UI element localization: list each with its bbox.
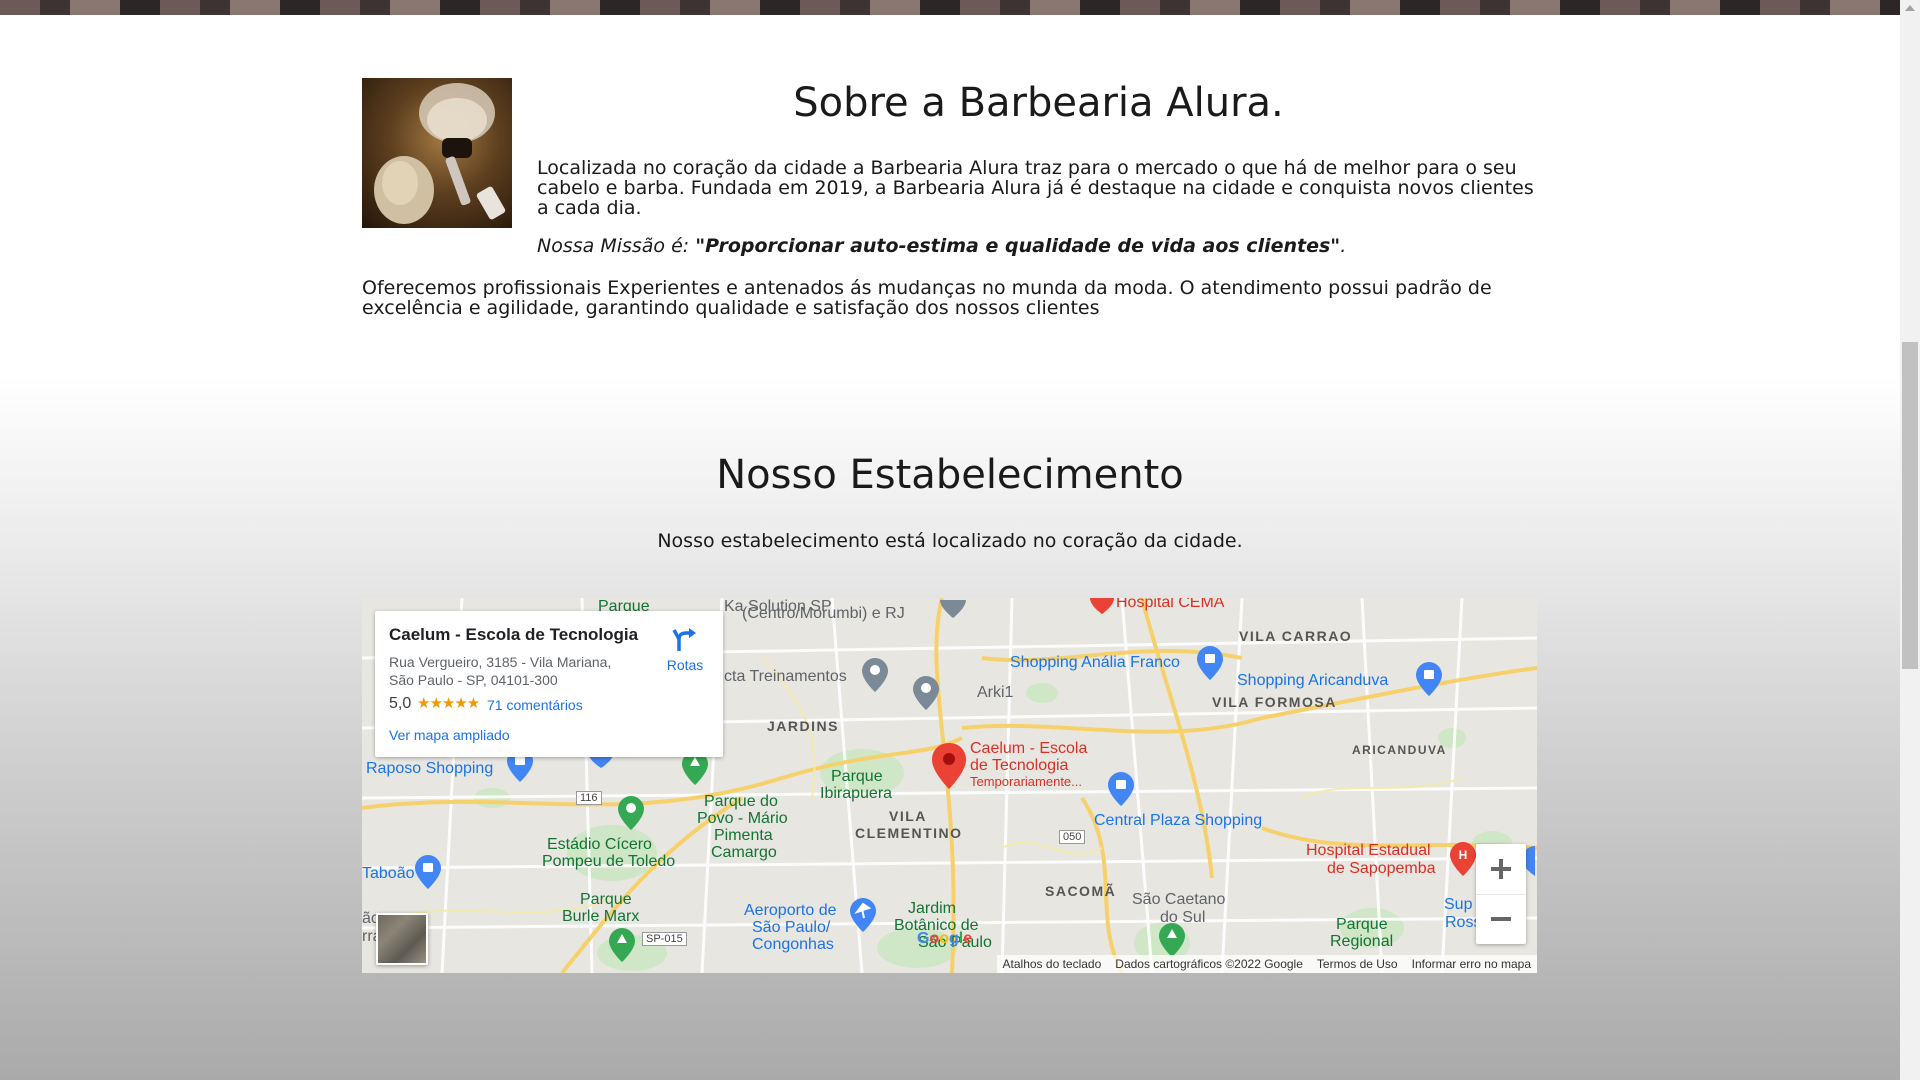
- airport-marker-icon[interactable]: [850, 898, 876, 932]
- map-label-vila-carrao: VILA CARRAO: [1239, 628, 1353, 644]
- place-name: Caelum - Escola de Tecnologia: [389, 625, 639, 644]
- map-label-parque-ibirapuera-1: Parque: [831, 768, 883, 785]
- google-map[interactable]: VILA CARRAO VILA FORMOSA ARICANDUVA JARD…: [362, 598, 1537, 973]
- map-label-aricanduva: ARICANDUVA: [1352, 743, 1447, 757]
- about-title: Sobre a Barbearia Alura.: [793, 80, 1284, 126]
- location-pin-icon[interactable]: [932, 743, 966, 789]
- map-label-aeroporto-3: Congonhas: [752, 936, 834, 953]
- view-larger-map-link[interactable]: Ver mapa ampliado: [389, 727, 510, 743]
- zoom-in-button[interactable]: [1476, 844, 1526, 895]
- map-label-estadio-1: Estádio Cícero: [547, 836, 652, 853]
- establishment-text: Nosso estabelecimento está localizado no…: [657, 530, 1243, 552]
- directions-icon: [672, 628, 696, 651]
- map-data-credit: Dados cartográficos ©2022 Google: [1115, 957, 1303, 971]
- map-label-caelum-1: Caelum - Escola: [970, 740, 1088, 757]
- road-shield-116: 116: [576, 791, 602, 805]
- establishment-title: Nosso Estabelecimento: [716, 452, 1184, 498]
- map-label-hospital-sapopemba-2: de Sapopemba: [1327, 860, 1436, 877]
- map-label-vila-formosa: VILA FORMOSA: [1212, 694, 1337, 710]
- offer-text: Oferecemos profissionais Experientes e a…: [362, 277, 1492, 319]
- map-label-parque-regional-1: Parque: [1336, 916, 1388, 933]
- terms-link[interactable]: Termos de Uso: [1317, 957, 1398, 971]
- map-marker-icon[interactable]: [940, 598, 966, 618]
- map-label-parque-povo-1: Parque do: [704, 793, 778, 810]
- directions-label: Rotas: [666, 657, 704, 673]
- map-label-estadio-2: Pompeu de Toledo: [542, 853, 676, 870]
- mission-statement: Nossa Missão é: "Proporcionar auto-estim…: [537, 236, 1346, 256]
- reviews-link[interactable]: 71 comentários: [487, 697, 583, 713]
- minus-icon: [1491, 917, 1511, 921]
- scrollbar-thumb[interactable]: [1902, 342, 1918, 669]
- mission-text: "Proporcionar auto-estima e qualidade de…: [695, 235, 1341, 257]
- shopping-marker-icon[interactable]: [1108, 772, 1134, 806]
- map-label-shopping-aricanduva: Shopping Aricanduva: [1237, 672, 1389, 689]
- map-label-parque-regional-2: Regional: [1330, 933, 1394, 950]
- satellite-view-toggle[interactable]: [376, 913, 428, 965]
- place-address-line-2: São Paulo - SP, 04101-300: [389, 672, 558, 688]
- map-label-sao-caetano-1: São Caetano: [1132, 891, 1226, 908]
- map-label-parque-povo-3: Pimenta: [714, 827, 773, 844]
- stadium-marker-icon[interactable]: [618, 796, 644, 830]
- page-scrollbar[interactable]: [1900, 0, 1920, 1080]
- report-error-link[interactable]: Informar erro no mapa: [1412, 957, 1531, 971]
- shaving-brush-icon: [374, 83, 506, 224]
- map-label-hospital-sapopemba-1: Hospital Estadual: [1306, 842, 1431, 859]
- map-label-parque-ibirapuera-2: Ibirapuera: [820, 785, 893, 802]
- hospital-marker-icon[interactable]: H: [1450, 842, 1476, 876]
- zoom-controls: [1476, 844, 1526, 944]
- map-attribution-bar: Atalhos do teclado Dados cartográficos ©…: [996, 955, 1537, 973]
- shopping-marker-icon[interactable]: [1416, 662, 1442, 696]
- map-label-raposo: Raposo Shopping: [366, 760, 494, 777]
- mission-end: .: [1340, 235, 1347, 257]
- page: Sobre a Barbearia Alura. Localizada no c…: [0, 0, 1900, 1080]
- map-label-burle-marx-1: Parque: [580, 891, 632, 908]
- road-shield-sp015: SP-015: [642, 932, 687, 946]
- map-label-ct-treinamentos: cta Treinamentos: [724, 668, 847, 685]
- place-address: Rua Vergueiro, 3185 - Vila Mariana, São …: [389, 653, 639, 689]
- hero-image-strip: [0, 0, 1900, 15]
- map-marker-icon[interactable]: [862, 658, 888, 692]
- map-label-parque-povo-2: Povo - Mário: [697, 810, 788, 827]
- svg-text:H: H: [1459, 848, 1468, 862]
- plus-icon: [1491, 859, 1511, 879]
- map-marker-icon[interactable]: [913, 676, 939, 710]
- google-logo: Google: [917, 930, 973, 947]
- map-label-clementino: CLEMENTINO: [855, 825, 963, 841]
- shopping-marker-icon[interactable]: [1197, 646, 1223, 680]
- place-info-card: Caelum - Escola de Tecnologia Rua Vergue…: [375, 611, 723, 757]
- establishment-section: Nosso Estabelecimento Nosso estabelecime…: [0, 375, 1900, 1080]
- keyboard-shortcuts-link[interactable]: Atalhos do teclado: [1003, 957, 1102, 971]
- map-label-jardim-botanico-1: Jardim: [908, 900, 957, 917]
- map-label-vila: VILA: [889, 808, 927, 824]
- map-label-jardins: JARDINS: [767, 718, 839, 734]
- map-label-caelum-3: Temporariamente...: [970, 774, 1082, 789]
- map-label-centro-morumbi: (Centro/Morumbi) e RJ: [742, 605, 905, 622]
- hospital-marker-icon[interactable]: [1090, 598, 1114, 614]
- map-label-aeroporto-2: São Paulo/: [752, 919, 831, 936]
- map-label-sacoma: SACOMÃ: [1045, 883, 1117, 899]
- map-label-burle-marx-2: Burle Marx: [562, 908, 640, 925]
- road-shield-050: 050: [1059, 830, 1086, 844]
- map-label-caelum-2: de Tecnologia: [970, 757, 1069, 774]
- zoom-out-button[interactable]: [1476, 894, 1526, 944]
- shaving-brush-razor-image: [362, 78, 512, 228]
- park-marker-icon[interactable]: [1159, 923, 1185, 957]
- mission-label: Nossa Missão é:: [537, 235, 696, 257]
- map-label-sup: Sup: [1444, 896, 1473, 913]
- map-label-parque-povo-4: Camargo: [711, 844, 777, 861]
- place-rating: 5,0: [389, 695, 412, 712]
- map-label-aeroporto-1: Aeroporto de: [744, 902, 837, 919]
- map-label-hospital-cema: Hospital CEMA: [1116, 598, 1225, 611]
- park-marker-icon[interactable]: [609, 928, 635, 962]
- map-label-central-plaza: Central Plaza Shopping: [1094, 812, 1263, 829]
- directions-button[interactable]: Rotas: [660, 625, 710, 673]
- scroll-up-icon[interactable]: [1905, 5, 1915, 11]
- star-rating-icon: ★★★★★: [417, 695, 480, 712]
- map-label-shopping-analia: Shopping Anália Franco: [1010, 654, 1180, 671]
- place-address-line-1: Rua Vergueiro, 3185 - Vila Mariana,: [389, 654, 612, 670]
- about-description: Localizada no coração da cidade a Barbea…: [537, 157, 1534, 219]
- map-label-taboao: Taboão: [362, 865, 415, 882]
- map-label-arki1: Arki1: [977, 684, 1014, 701]
- shopping-marker-icon[interactable]: [415, 855, 441, 889]
